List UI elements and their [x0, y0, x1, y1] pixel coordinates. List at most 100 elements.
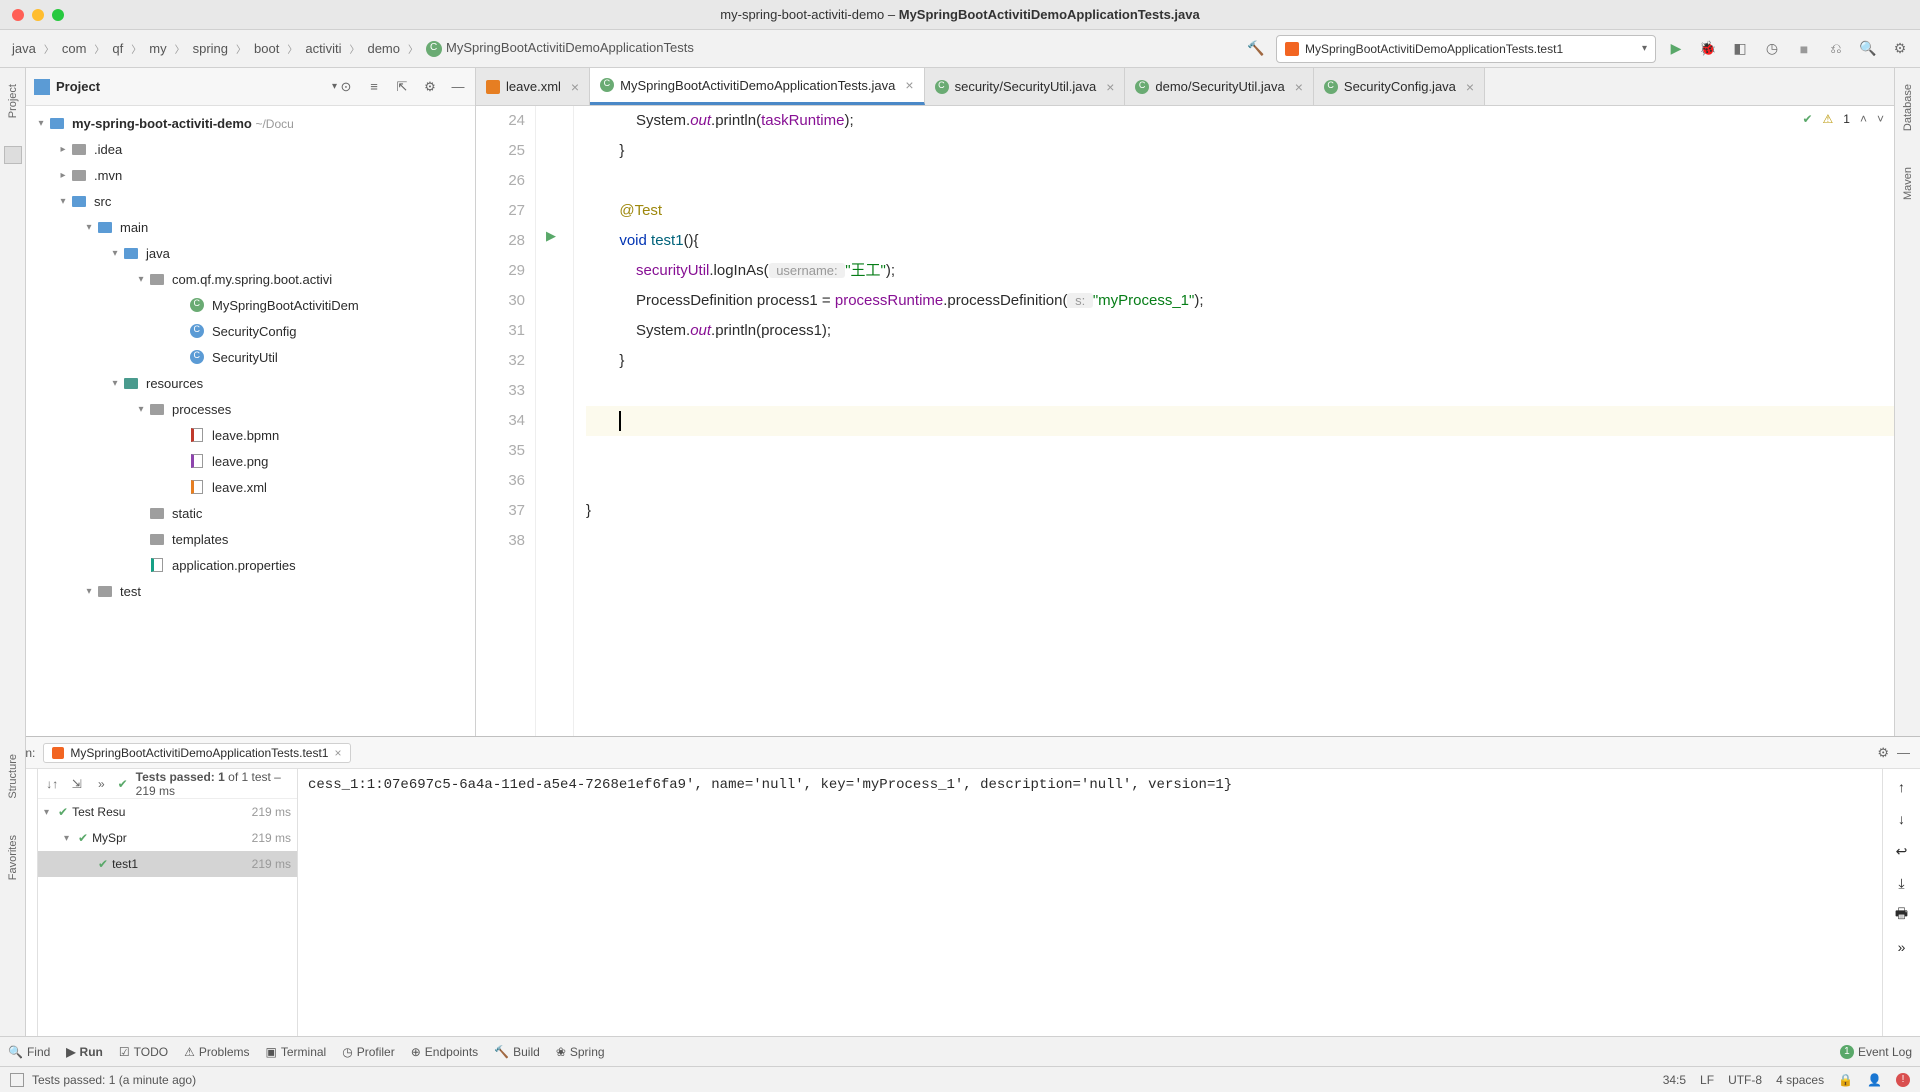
editor-body[interactable]: 242526272829303132333435363738 ▶ System.…	[476, 106, 1894, 736]
code-line[interactable]: @Test	[586, 196, 1894, 226]
tree-folder-static[interactable]: static	[26, 500, 475, 526]
profile-button[interactable]: ◷	[1760, 37, 1784, 61]
more-console-button[interactable]: »	[1890, 935, 1914, 959]
find-tool-button[interactable]: 🔍 Find	[8, 1045, 50, 1059]
build-button[interactable]: 🔨	[1244, 37, 1268, 61]
tree-folder-processes[interactable]: ▾processes	[26, 396, 475, 422]
tree-folder-resources[interactable]: ▾resources	[26, 370, 475, 396]
project-tree[interactable]: ▾ my-spring-boot-activiti-demo ~/Docu ▸.…	[26, 106, 475, 736]
code-line[interactable]	[586, 436, 1894, 466]
terminal-tool-button[interactable]: ▣ Terminal	[266, 1045, 327, 1059]
select-opened-file-button[interactable]: ⊙	[337, 78, 355, 96]
bookmarks-tool-button[interactable]	[4, 146, 22, 164]
maven-tool-button[interactable]: Maven	[1902, 159, 1914, 208]
ide-settings-button[interactable]: ⚙	[1888, 37, 1912, 61]
code-line[interactable]: System.out.println(taskRuntime);	[586, 106, 1894, 136]
git-button[interactable]: ⎌	[1824, 37, 1848, 61]
maximize-window-button[interactable]	[52, 9, 64, 21]
editor-tab[interactable]: MySpringBootActivitiDemoApplicationTests…	[590, 68, 924, 105]
expand-tests-button[interactable]: ⇲	[69, 774, 86, 794]
more-tests-button[interactable]: »	[93, 774, 110, 794]
expand-all-button[interactable]: ≡	[365, 78, 383, 96]
breadcrumb-item[interactable]: boot	[250, 39, 283, 58]
console-output[interactable]: cess_1:1:07e697c5-6a4a-11ed-a5e4-7268e1e…	[298, 769, 1882, 1036]
code-line[interactable]: }	[586, 346, 1894, 376]
close-tab-icon[interactable]: ×	[571, 79, 579, 95]
code-line[interactable]	[586, 406, 1894, 436]
endpoints-tool-button[interactable]: ⊕ Endpoints	[411, 1045, 478, 1059]
editor-tab[interactable]: demo/SecurityUtil.java×	[1125, 68, 1314, 105]
scroll-to-end-button[interactable]: ⤓	[1890, 871, 1914, 895]
tree-root[interactable]: ▾ my-spring-boot-activiti-demo ~/Docu	[26, 110, 475, 136]
breadcrumb-item[interactable]: qf	[108, 39, 127, 58]
tree-class-securityutil[interactable]: SecurityUtil	[26, 344, 475, 370]
close-window-button[interactable]	[12, 9, 24, 21]
spring-tool-button[interactable]: ❀ Spring	[556, 1045, 605, 1059]
code-line[interactable]: void test1(){	[586, 226, 1894, 256]
favorites-tool-button[interactable]: Favorites	[7, 827, 19, 888]
code-line[interactable]	[586, 166, 1894, 196]
code-line[interactable]: }	[586, 136, 1894, 166]
breadcrumb-item[interactable]: com	[58, 39, 91, 58]
editor-tab[interactable]: SecurityConfig.java×	[1314, 68, 1485, 105]
hide-run-panel-button[interactable]: —	[1897, 745, 1910, 761]
run-panel-tab[interactable]: MySpringBootActivitiDemoApplicationTests…	[43, 743, 350, 763]
code-content[interactable]: System.out.println(taskRuntime); } @Test…	[574, 106, 1894, 736]
event-log-button[interactable]: 1 Event Log	[1840, 1045, 1912, 1059]
breadcrumb-item[interactable]: activiti	[301, 39, 345, 58]
structure-tool-button[interactable]: Structure	[7, 746, 19, 807]
run-tool-button[interactable]: ▶ Run	[66, 1045, 103, 1059]
code-line[interactable]: securityUtil.logInAs( username: "王工");	[586, 256, 1894, 286]
test-result-row[interactable]: ✔test1219 ms	[38, 851, 297, 877]
build-tool-button[interactable]: 🔨 Build	[494, 1045, 540, 1059]
code-line[interactable]	[586, 376, 1894, 406]
editor-tab[interactable]: leave.xml×	[476, 68, 590, 105]
tree-package[interactable]: ▾com.qf.my.spring.boot.activi	[26, 266, 475, 292]
scroll-up-button[interactable]: ↑	[1890, 775, 1914, 799]
database-tool-button[interactable]: Database	[1902, 76, 1914, 139]
prev-highlight-button[interactable]: ˄	[1860, 112, 1867, 126]
code-line[interactable]: System.out.println(process1);	[586, 316, 1894, 346]
tree-file-leave-bpmn[interactable]: leave.bpmn	[26, 422, 475, 448]
run-button[interactable]: ▶	[1664, 37, 1688, 61]
problems-tool-button[interactable]: ⚠ Problems	[184, 1045, 249, 1059]
next-highlight-button[interactable]: ˅	[1877, 112, 1884, 126]
run-test-gutter-icon[interactable]: ▶	[546, 228, 556, 244]
print-button[interactable]: 🖶	[1890, 903, 1914, 927]
minimize-window-button[interactable]	[32, 9, 44, 21]
tree-folder-templates[interactable]: templates	[26, 526, 475, 552]
todo-tool-button[interactable]: ☑ TODO	[119, 1045, 168, 1059]
run-settings-button[interactable]: ⚙	[1877, 745, 1889, 761]
close-tab-icon[interactable]: ×	[1106, 79, 1114, 95]
profiler-tool-button[interactable]: ◷ Profiler	[342, 1045, 395, 1059]
tree-file-leave-xml[interactable]: leave.xml	[26, 474, 475, 500]
breadcrumb-class[interactable]: MySpringBootActivitiDemoApplicationTests	[422, 38, 698, 59]
search-button[interactable]: 🔍	[1856, 37, 1880, 61]
tree-class-securityconfig[interactable]: SecurityConfig	[26, 318, 475, 344]
tree-folder-main[interactable]: ▾main	[26, 214, 475, 240]
test-tree-rows[interactable]: ▾✔Test Resu219 ms▾✔MySpr219 ms✔test1219 …	[38, 799, 297, 1036]
test-result-row[interactable]: ▾✔Test Resu219 ms	[38, 799, 297, 825]
soft-wrap-button[interactable]: ↩	[1890, 839, 1914, 863]
tree-folder-src[interactable]: ▾src	[26, 188, 475, 214]
tree-folder-idea[interactable]: ▸.idea	[26, 136, 475, 162]
breadcrumb-item[interactable]: spring	[189, 39, 232, 58]
breadcrumb-item[interactable]: my	[145, 39, 170, 58]
breadcrumb-item[interactable]: demo	[363, 39, 404, 58]
code-line[interactable]	[586, 466, 1894, 496]
stop-button[interactable]: ■	[1792, 37, 1816, 61]
close-tab-icon[interactable]: ×	[1466, 79, 1474, 95]
collapse-all-button[interactable]: ⇱	[393, 78, 411, 96]
close-tab-icon[interactable]: ×	[334, 746, 341, 760]
tree-folder-java[interactable]: ▾java	[26, 240, 475, 266]
scroll-down-button[interactable]: ↓	[1890, 807, 1914, 831]
inspection-summary[interactable]: ✔ ⚠ 1 ˄ ˅	[1802, 112, 1884, 126]
close-tab-icon[interactable]: ×	[905, 77, 913, 93]
tree-file-app-props[interactable]: application.properties	[26, 552, 475, 578]
hide-panel-button[interactable]: —	[449, 78, 467, 96]
tree-class-app[interactable]: MySpringBootActivitiDem	[26, 292, 475, 318]
test-result-row[interactable]: ▾✔MySpr219 ms	[38, 825, 297, 851]
sort-tests-button[interactable]: ↓↑	[44, 774, 61, 794]
tree-folder-mvn[interactable]: ▸.mvn	[26, 162, 475, 188]
coverage-button[interactable]: ◧	[1728, 37, 1752, 61]
